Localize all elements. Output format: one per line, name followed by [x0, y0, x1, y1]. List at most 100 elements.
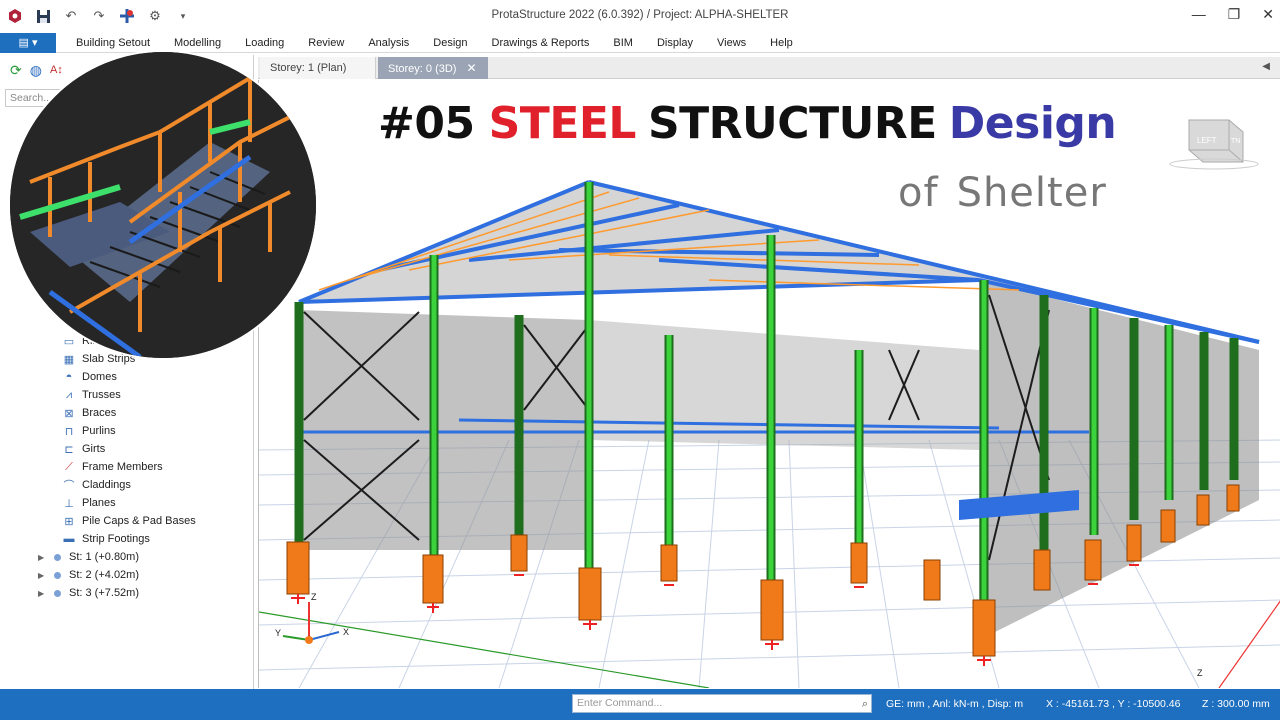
- tree-storey-label: St: 3 (+7.52m): [69, 587, 140, 599]
- tree-item-label: Pile Caps & Pad Bases: [82, 515, 196, 527]
- girt-icon: ⊏: [64, 443, 74, 456]
- headline-design: Design: [948, 98, 1117, 149]
- tree-item-label: Claddings: [82, 479, 131, 491]
- ribbon-tab-loading[interactable]: Loading: [233, 33, 296, 53]
- window-title: ProtaStructure 2022 (6.0.392) / Project:…: [491, 9, 789, 21]
- ribbon-tab-analysis[interactable]: Analysis: [356, 33, 421, 53]
- tree-item-label: Braces: [82, 407, 117, 419]
- axis-label-x: X: [343, 627, 349, 637]
- view-cube-left-label: LEFT: [1197, 136, 1217, 145]
- close-tab-icon[interactable]: ✕: [466, 61, 476, 75]
- video-subheadline: of Shelter: [898, 170, 1107, 216]
- tree-item-label: Girts: [82, 443, 106, 455]
- tree-item[interactable]: ⟋ Frame Members: [60, 458, 163, 476]
- tree-item-label: Domes: [82, 371, 117, 383]
- view-cube-right-label: TN: [1231, 138, 1240, 145]
- plane-icon: ⊥: [64, 497, 74, 510]
- corner-axis-label-z: Z: [1197, 668, 1203, 678]
- tree-storey[interactable]: ▶ St: 2 (+4.02m): [38, 566, 139, 584]
- tree-item[interactable]: ◓ Domes: [60, 368, 117, 386]
- axis-triad: Z X Y: [275, 592, 349, 644]
- units-readout: GE: mm , Anl: kN-m , Disp: m: [886, 698, 1024, 710]
- stair-detail-inset: [8, 50, 318, 360]
- ribbon-tab-display[interactable]: Display: [645, 33, 705, 53]
- window-controls: — ❐ ✕: [1192, 6, 1274, 23]
- ribbon-tab-views[interactable]: Views: [705, 33, 758, 53]
- document-tab-bar: Storey: 1 (Plan) Storey: 0 (3D) ✕ ◀: [258, 57, 1280, 79]
- command-search-icon[interactable]: ⌕: [862, 696, 868, 713]
- tree-item[interactable]: ⌒ Claddings: [60, 476, 131, 494]
- y-axis-line: [1218, 600, 1280, 688]
- tree-item[interactable]: ▬ Strip Footings: [60, 530, 150, 548]
- expand-icon[interactable]: ▶: [38, 589, 48, 598]
- slab-strip-icon: ▦: [63, 353, 75, 366]
- view-cube[interactable]: LEFT TN: [1169, 119, 1259, 170]
- headline-number: #05: [378, 98, 475, 149]
- tree-item[interactable]: ⊥ Planes: [60, 494, 116, 512]
- sort-icon[interactable]: A↕: [50, 64, 63, 76]
- video-headline: #05 STEEL STRUCTURE Design: [378, 98, 1117, 149]
- expand-icon[interactable]: ▶: [38, 553, 48, 562]
- tab-storey-1-plan[interactable]: Storey: 1 (Plan): [260, 57, 376, 79]
- ribbon-tab-design[interactable]: Design: [421, 33, 479, 53]
- pile-cap-icon: ⊞: [64, 515, 74, 528]
- storey-icon: [54, 589, 61, 597]
- storey-icon: [54, 553, 61, 561]
- truss-icon: ⩘: [65, 388, 73, 401]
- subheadline-of: of: [898, 170, 939, 216]
- tab-label: Storey: 0 (3D): [388, 63, 457, 75]
- ribbon-tab-help[interactable]: Help: [758, 33, 805, 53]
- command-placeholder: Enter Command...: [577, 697, 663, 709]
- status-bar: Enter Command... ⌕ GE: mm , Anl: kN-m , …: [0, 689, 1280, 720]
- headline-steel: STEEL: [488, 98, 637, 149]
- tree-item-label: Strip Footings: [82, 533, 150, 545]
- tree-item[interactable]: ⩘ Trusses: [60, 386, 121, 404]
- tree-item-label: Planes: [82, 497, 116, 509]
- restore-icon[interactable]: ❐: [1228, 6, 1241, 23]
- file-menu-button[interactable]: ▤ ▾: [0, 32, 56, 53]
- file-menu-icon: ▤ ▾: [18, 37, 38, 49]
- ribbon-tab-building-setout[interactable]: Building Setout: [64, 33, 162, 53]
- tree-storey[interactable]: ▶ St: 1 (+0.80m): [38, 548, 139, 566]
- tree-storey[interactable]: ▶ St: 3 (+7.52m): [38, 584, 139, 602]
- 3d-viewport[interactable]: Z X Y Z LEFT TN: [258, 80, 1280, 688]
- tree-item-label: Frame Members: [82, 461, 163, 473]
- tree-storey-label: St: 2 (+4.02m): [69, 569, 140, 581]
- stair-detail-drawing: [10, 52, 316, 358]
- ribbon-menu: ▤ ▾ Building Setout Modelling Loading Re…: [0, 32, 1280, 53]
- minimize-icon[interactable]: —: [1192, 6, 1206, 23]
- tab-overflow-icon[interactable]: ◀: [1262, 61, 1270, 72]
- tree-item-label: Purlins: [82, 425, 116, 437]
- cladding-panel: [299, 310, 589, 550]
- command-input[interactable]: Enter Command... ⌕: [572, 694, 872, 713]
- x-axis-line: [259, 611, 710, 688]
- z-coordinate-readout: Z : 300.00 mm: [1202, 698, 1270, 710]
- frame-member-icon: ⟋: [65, 460, 73, 473]
- axis-label-y: Y: [275, 628, 281, 638]
- axis-label-z: Z: [311, 592, 317, 602]
- tree-item[interactable]: ⊠ Braces: [60, 404, 116, 422]
- strip-footing-icon: ▬: [63, 533, 75, 545]
- ribbon-tab-bim[interactable]: BIM: [601, 33, 645, 53]
- tree-item[interactable]: ⊏ Girts: [60, 440, 105, 458]
- purlin-icon: ⊓: [64, 425, 74, 438]
- ribbon-tab-drawings-reports[interactable]: Drawings & Reports: [480, 33, 602, 53]
- close-icon[interactable]: ✕: [1262, 6, 1274, 23]
- globe-icon[interactable]: ◍: [30, 62, 42, 79]
- tree-storey-label: St: 1 (+0.80m): [69, 551, 140, 563]
- coordinates-readout: X : -45161.73 , Y : -10500.46: [1046, 698, 1181, 710]
- tree-item-label: Trusses: [82, 389, 121, 401]
- tree-item[interactable]: ⊞ Pile Caps & Pad Bases: [60, 512, 196, 530]
- refresh-icon[interactable]: ⟳: [10, 62, 22, 79]
- brace-icon: ⊠: [64, 407, 74, 420]
- headline-structure: STRUCTURE: [647, 98, 937, 149]
- title-bar: ↶ ↷ ⚙ ▾ ProtaStructure 2022 (6.0.392) / …: [0, 0, 1280, 32]
- storey-icon: [54, 571, 61, 579]
- ribbon-tab-review[interactable]: Review: [296, 33, 356, 53]
- structure-model-3d: Z X Y Z LEFT TN: [259, 119, 1280, 688]
- tab-storey-0-3d[interactable]: Storey: 0 (3D) ✕: [378, 57, 488, 79]
- tab-label: Storey: 1 (Plan): [270, 62, 347, 74]
- ribbed-slab-icon: ▭: [63, 335, 75, 348]
- tree-item[interactable]: ⊓ Purlins: [60, 422, 116, 440]
- expand-icon[interactable]: ▶: [38, 571, 48, 580]
